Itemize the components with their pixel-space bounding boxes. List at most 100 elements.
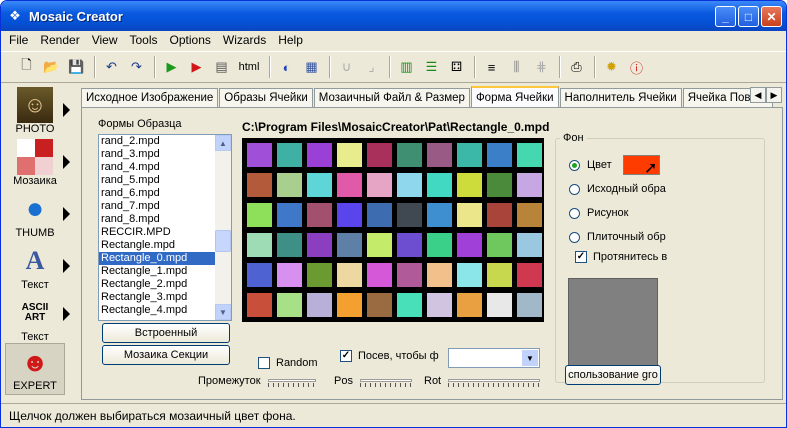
menu-view[interactable]: View [86,33,124,47]
globe-tool-icon[interactable]: ◐ [275,56,298,79]
split-icon[interactable]: ⋕ [530,56,553,79]
mosaic-cell [427,173,452,197]
section-mosaic-button[interactable]: Мозаика Секции [102,345,230,365]
use-background-button[interactable]: спользование gro [565,365,661,385]
shape-list-item[interactable]: rand_8.mpd [99,213,231,226]
mosaic-cell [247,293,272,317]
shape-list-item[interactable]: Rectangle_0.mpd [99,252,231,265]
menu-options[interactable]: Options [164,33,217,47]
shape-list-item[interactable]: Rectangle_3.mpd [99,291,231,304]
pos-slider[interactable] [360,372,412,388]
rot-slider[interactable] [448,372,540,388]
printer-icon[interactable]: ⎙ [565,56,588,79]
cup-icon[interactable]: ∪ [335,56,358,79]
tab-cell-shape[interactable]: Форма Ячейки [470,86,559,107]
shape-list-item[interactable]: Rectangle.mpd [99,239,231,252]
shape-list-item[interactable]: Rectangle_1.mpd [99,265,231,278]
info-icon[interactable]: ⓘ [625,56,648,79]
html-button[interactable]: html [235,56,263,79]
shape-list-item[interactable]: rand_7.mpd [99,200,231,213]
tab-mosaic-file[interactable]: Мозаичный Файл & Размер [313,88,470,107]
new-file-icon[interactable]: 🗋 [15,56,38,79]
shape-list-item[interactable]: rand_3.mpd [99,148,231,161]
mosaic-cell [337,263,362,287]
mode-expert[interactable]: ☻ EXPERT [5,343,65,395]
scroll-thumb[interactable] [215,230,231,252]
close-button[interactable]: ✕ [761,6,782,27]
shapes-label: Формы Образца [98,118,182,130]
vertical-scrollbar[interactable]: ▲ ▼ [215,135,231,320]
play-green-icon[interactable]: ▶ [160,56,183,79]
shape-list-item[interactable]: rand_2.mpd [99,135,231,148]
mosaic-cell [247,143,272,167]
mosaic-cell [307,173,332,197]
mosaic-cell [307,233,332,257]
menu-wizards[interactable]: Wizards [217,33,272,47]
radio-source-image[interactable] [569,184,580,195]
mode-ascii[interactable]: ASCII ART Текст [5,295,65,347]
columns-icon[interactable]: ⫼ [505,56,528,79]
tab-scroll-left[interactable]: ◀ [750,87,766,103]
align-lines-icon[interactable]: ≡ [480,56,503,79]
grid-color-icon[interactable]: ▦ [300,56,323,79]
calculator-icon[interactable]: ▥ [395,56,418,79]
gap-slider[interactable] [268,372,316,388]
undo-icon[interactable]: ↶ [100,56,123,79]
sow-checkbox[interactable]: ✓ [340,350,352,362]
tab-cell-images[interactable]: Образы Ячейки [219,88,313,107]
minimize-button[interactable]: _ [715,6,736,27]
shape-list-item[interactable]: RECCIR.MPD [99,226,231,239]
save-icon[interactable]: 💾 [65,56,88,79]
shape-list-item[interactable]: rand_6.mpd [99,187,231,200]
gear-icon[interactable]: ✹ [600,56,623,79]
menu-render[interactable]: Render [34,33,85,47]
title-bar[interactable]: ❖ Mosaic Creator _ □ ✕ [1,1,786,31]
builtin-button[interactable]: Встроенный [102,323,230,343]
corner-icon[interactable]: ⌟ [360,56,383,79]
film-strip-icon[interactable]: ▤ [210,56,233,79]
mode-text[interactable]: A Текст [5,243,65,295]
shape-list-item[interactable]: rand_4.mpd [99,161,231,174]
mosaic-cell [277,263,302,287]
list-color-icon[interactable]: ☰ [420,56,443,79]
toolbar-separator [474,56,476,78]
status-bar: Щелчок должен выбираться мозаичный цвет … [1,403,786,427]
shape-list-item[interactable]: Rectangle_4.mpd [99,304,231,317]
radio-picture[interactable] [569,208,580,219]
mosaic-cell [397,293,422,317]
mosaic-preview[interactable] [242,138,544,322]
menu-file[interactable]: File [3,33,34,47]
mosaic-cell [307,203,332,227]
open-folder-icon[interactable]: 📂 [40,56,63,79]
mode-thumb[interactable]: ● THUMB [5,191,65,243]
redo-icon[interactable]: ↷ [125,56,148,79]
sow-combobox[interactable]: ▼ [448,348,540,368]
tab-source-image[interactable]: Исходное Изображение [81,88,219,107]
dice-icon[interactable]: ⚃ [445,56,468,79]
mosaic-cell [307,143,332,167]
tab-cell-filler[interactable]: Наполнитель Ячейки [559,88,682,107]
menu-tools[interactable]: Tools [124,33,164,47]
mosaic-cell [457,233,482,257]
scroll-up-button[interactable]: ▲ [215,135,231,151]
menu-help[interactable]: Help [272,33,309,47]
arrow-right-icon [63,207,70,221]
mosaic-cell [247,233,272,257]
shape-list-item[interactable]: Rectangle_2.mpd [99,278,231,291]
chevron-down-icon[interactable]: ▼ [522,350,538,366]
maximize-button[interactable]: □ [738,6,759,27]
scroll-down-button[interactable]: ▼ [215,304,231,320]
mode-photo[interactable]: ☺ PHOTO [5,87,65,139]
play-red-icon[interactable]: ▶ [185,56,208,79]
shape-list-item[interactable]: rand_5.mpd [99,174,231,187]
shapes-listbox[interactable]: rand_2.mpd rand_3.mpd rand_4.mpd rand_5.mpd… [98,134,232,321]
mode-mosaic[interactable]: Мозаика [5,139,65,191]
stretch-checkbox[interactable]: ✓ [575,251,587,263]
tab-scroll-right[interactable]: ▶ [766,87,782,103]
random-checkbox[interactable] [258,357,270,369]
background-preview [568,278,658,368]
radio-color[interactable] [569,160,580,171]
radio-tiled[interactable] [569,232,580,243]
mosaic-cell [397,173,422,197]
toolbar-separator [389,56,391,78]
